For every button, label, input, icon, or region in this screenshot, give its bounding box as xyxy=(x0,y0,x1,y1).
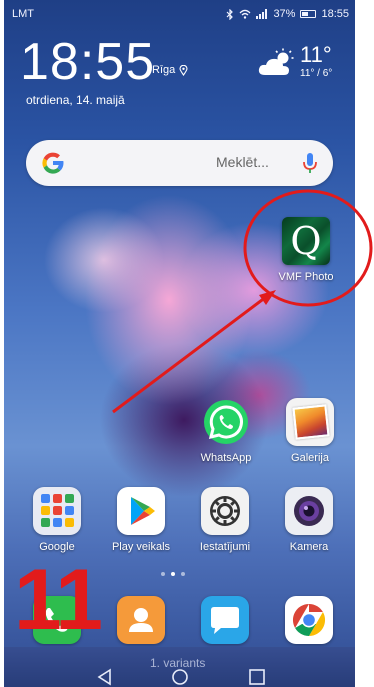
temperature: 11° xyxy=(300,42,332,67)
vmf-photo-icon: Q xyxy=(282,217,330,265)
play-veikals-label: Play veikals xyxy=(111,541,171,553)
location-pin-icon xyxy=(179,64,188,76)
app-kamera[interactable]: Kamera xyxy=(269,487,349,553)
app-play-veikals[interactable]: Play veikals xyxy=(101,487,181,553)
dock-chrome[interactable] xyxy=(269,596,349,644)
settings-gear-icon xyxy=(201,487,249,535)
app-google-folder[interactable]: Google xyxy=(17,487,97,553)
home-icon[interactable] xyxy=(171,668,189,686)
recent-apps-icon[interactable] xyxy=(248,668,266,686)
battery-icon xyxy=(300,10,317,18)
gallery-icon xyxy=(286,398,334,446)
carrier-label: LMT xyxy=(12,8,34,20)
search-placeholder: Meklēt... xyxy=(216,154,269,170)
google-search-bar[interactable]: Meklēt... xyxy=(26,140,333,186)
temperature-range: 11° / 6° xyxy=(300,68,333,79)
app-galerija[interactable]: Galerija xyxy=(270,398,350,464)
iestatijumi-label: Iestatījumi xyxy=(199,541,251,553)
dock-messages[interactable] xyxy=(185,596,265,644)
galerija-label: Galerija xyxy=(291,452,329,464)
google-g-icon xyxy=(42,152,64,174)
status-time: 18:55 xyxy=(321,8,349,20)
vmf-photo-label: VMF Photo xyxy=(278,271,334,283)
whatsapp-icon xyxy=(202,398,250,446)
status-bar: LMT 37% 18:55 xyxy=(12,6,349,22)
clock-widget[interactable]: 18:55 xyxy=(20,34,155,90)
messages-icon xyxy=(201,596,249,644)
partly-cloudy-icon[interactable] xyxy=(258,48,296,78)
signal-icon xyxy=(256,9,268,19)
play-store-icon xyxy=(117,487,165,535)
chrome-icon xyxy=(285,596,333,644)
step-number: 11 xyxy=(14,552,103,648)
vmf-photo-glyph: Q xyxy=(290,219,322,263)
page-indicator[interactable] xyxy=(161,572,185,576)
whatsapp-label: WhatsApp xyxy=(200,452,252,464)
dock-contacts[interactable] xyxy=(101,596,181,644)
app-vmf-photo[interactable]: Q VMF Photo xyxy=(266,217,346,283)
variant-caption: 1. variants xyxy=(150,656,206,670)
bluetooth-icon xyxy=(227,8,234,20)
date-label: otrdiena, 14. maijā xyxy=(26,93,125,107)
battery-percent: 37% xyxy=(273,8,296,20)
google-folder-icon xyxy=(33,487,81,535)
app-iestatijumi[interactable]: Iestatījumi xyxy=(185,487,265,553)
city-name: Rīga xyxy=(152,64,176,76)
wifi-icon xyxy=(239,9,251,19)
microphone-icon[interactable] xyxy=(302,151,318,175)
camera-icon xyxy=(285,487,333,535)
contacts-icon xyxy=(117,596,165,644)
back-icon[interactable] xyxy=(96,668,114,686)
app-whatsapp[interactable]: WhatsApp xyxy=(186,398,266,464)
kamera-label: Kamera xyxy=(289,541,329,553)
city-label: Rīga xyxy=(152,64,188,76)
